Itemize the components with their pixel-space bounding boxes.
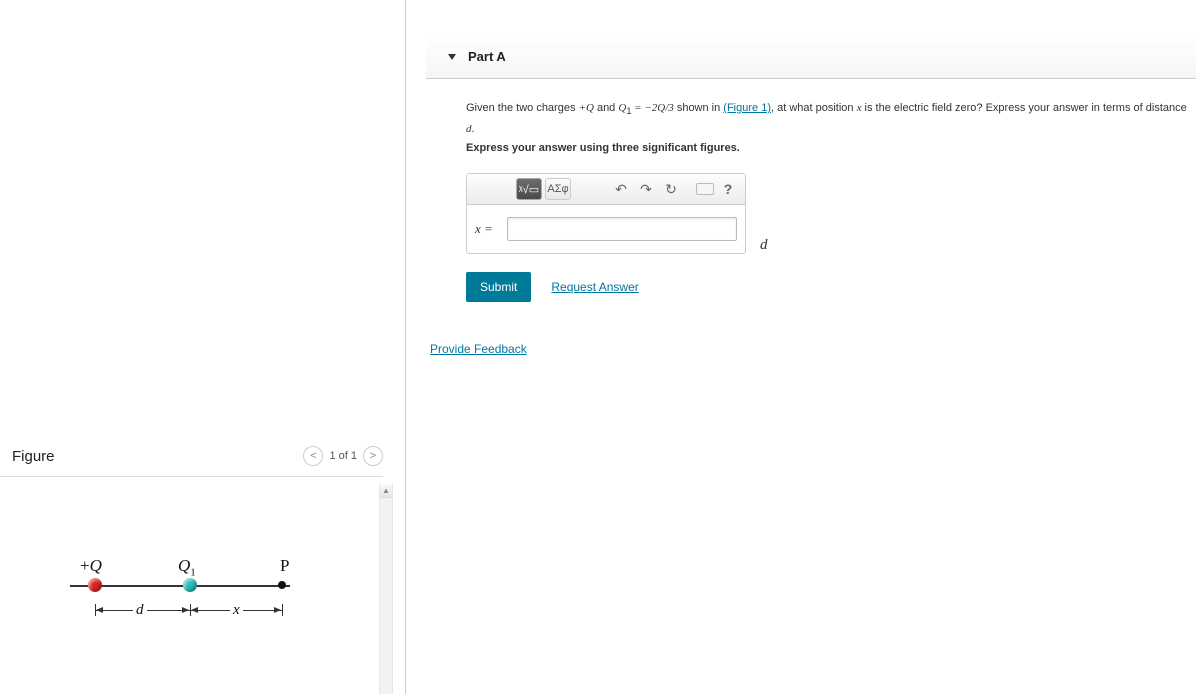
- label-plus-q: +Q: [80, 556, 102, 576]
- templates-button[interactable]: ᵡ√▭: [516, 178, 542, 200]
- figure-header: Figure < 1 of 1 >: [0, 446, 383, 477]
- figure-nav: < 1 of 1 >: [303, 446, 383, 466]
- part-header[interactable]: Part A: [426, 35, 1196, 79]
- dim-arrow-icon: [191, 607, 198, 613]
- dim-label-d: d: [133, 602, 147, 619]
- figure-title: Figure: [12, 448, 55, 465]
- dim-arrow-icon: [96, 607, 103, 613]
- part-title: Part A: [468, 49, 506, 64]
- provide-feedback-link[interactable]: Provide Feedback: [430, 342, 527, 356]
- charge-q1: [183, 578, 197, 592]
- redo-button[interactable]: ↷: [635, 181, 657, 198]
- figure-counter: 1 of 1: [329, 450, 357, 462]
- collapse-caret-icon: [448, 54, 456, 60]
- equation-toolbar: ᵡ√▭ ΑΣφ ↶ ↷ ↻ ?: [467, 174, 745, 205]
- undo-button[interactable]: ↶: [610, 181, 632, 198]
- keyboard-button[interactable]: [696, 183, 714, 195]
- point-p: [278, 581, 286, 589]
- answer-input[interactable]: [507, 217, 737, 241]
- answer-unit: d: [760, 237, 768, 254]
- request-answer-link[interactable]: Request Answer: [551, 280, 638, 294]
- label-p: P: [280, 556, 289, 576]
- question-prompt: Given the two charges +Q and Q1 = −2Q/3 …: [466, 99, 1190, 159]
- figure-prev-button[interactable]: <: [303, 446, 323, 466]
- figure-link[interactable]: (Figure 1): [723, 102, 771, 114]
- reset-button[interactable]: ↻: [660, 181, 682, 198]
- label-q1: Q1: [178, 556, 196, 578]
- figure-axis: [70, 585, 290, 587]
- figure-next-button[interactable]: >: [363, 446, 383, 466]
- question-panel: Part A Given the two charges +Q and Q1 =…: [406, 0, 1200, 694]
- figure-canvas: +Q Q1 P d x: [70, 540, 320, 660]
- answer-input-box: ᵡ√▭ ΑΣφ ↶ ↷ ↻ ? x =: [466, 173, 746, 254]
- submit-button[interactable]: Submit: [466, 272, 531, 302]
- question-instruction: Express your answer using three signific…: [466, 142, 740, 154]
- dim-tick: [282, 604, 283, 616]
- figure-scrollbar[interactable]: ▲: [379, 484, 393, 694]
- charge-plus-q: [88, 578, 102, 592]
- scroll-up-icon[interactable]: ▲: [380, 484, 392, 498]
- dim-label-x: x: [230, 602, 243, 619]
- figure-panel: Figure < 1 of 1 > ▲ +Q Q1 P: [0, 0, 406, 694]
- dim-arrow-icon: [182, 607, 189, 613]
- answer-lhs: x =: [475, 221, 501, 237]
- greek-button[interactable]: ΑΣφ: [545, 178, 571, 200]
- dim-arrow-icon: [274, 607, 281, 613]
- help-button[interactable]: ?: [717, 181, 739, 197]
